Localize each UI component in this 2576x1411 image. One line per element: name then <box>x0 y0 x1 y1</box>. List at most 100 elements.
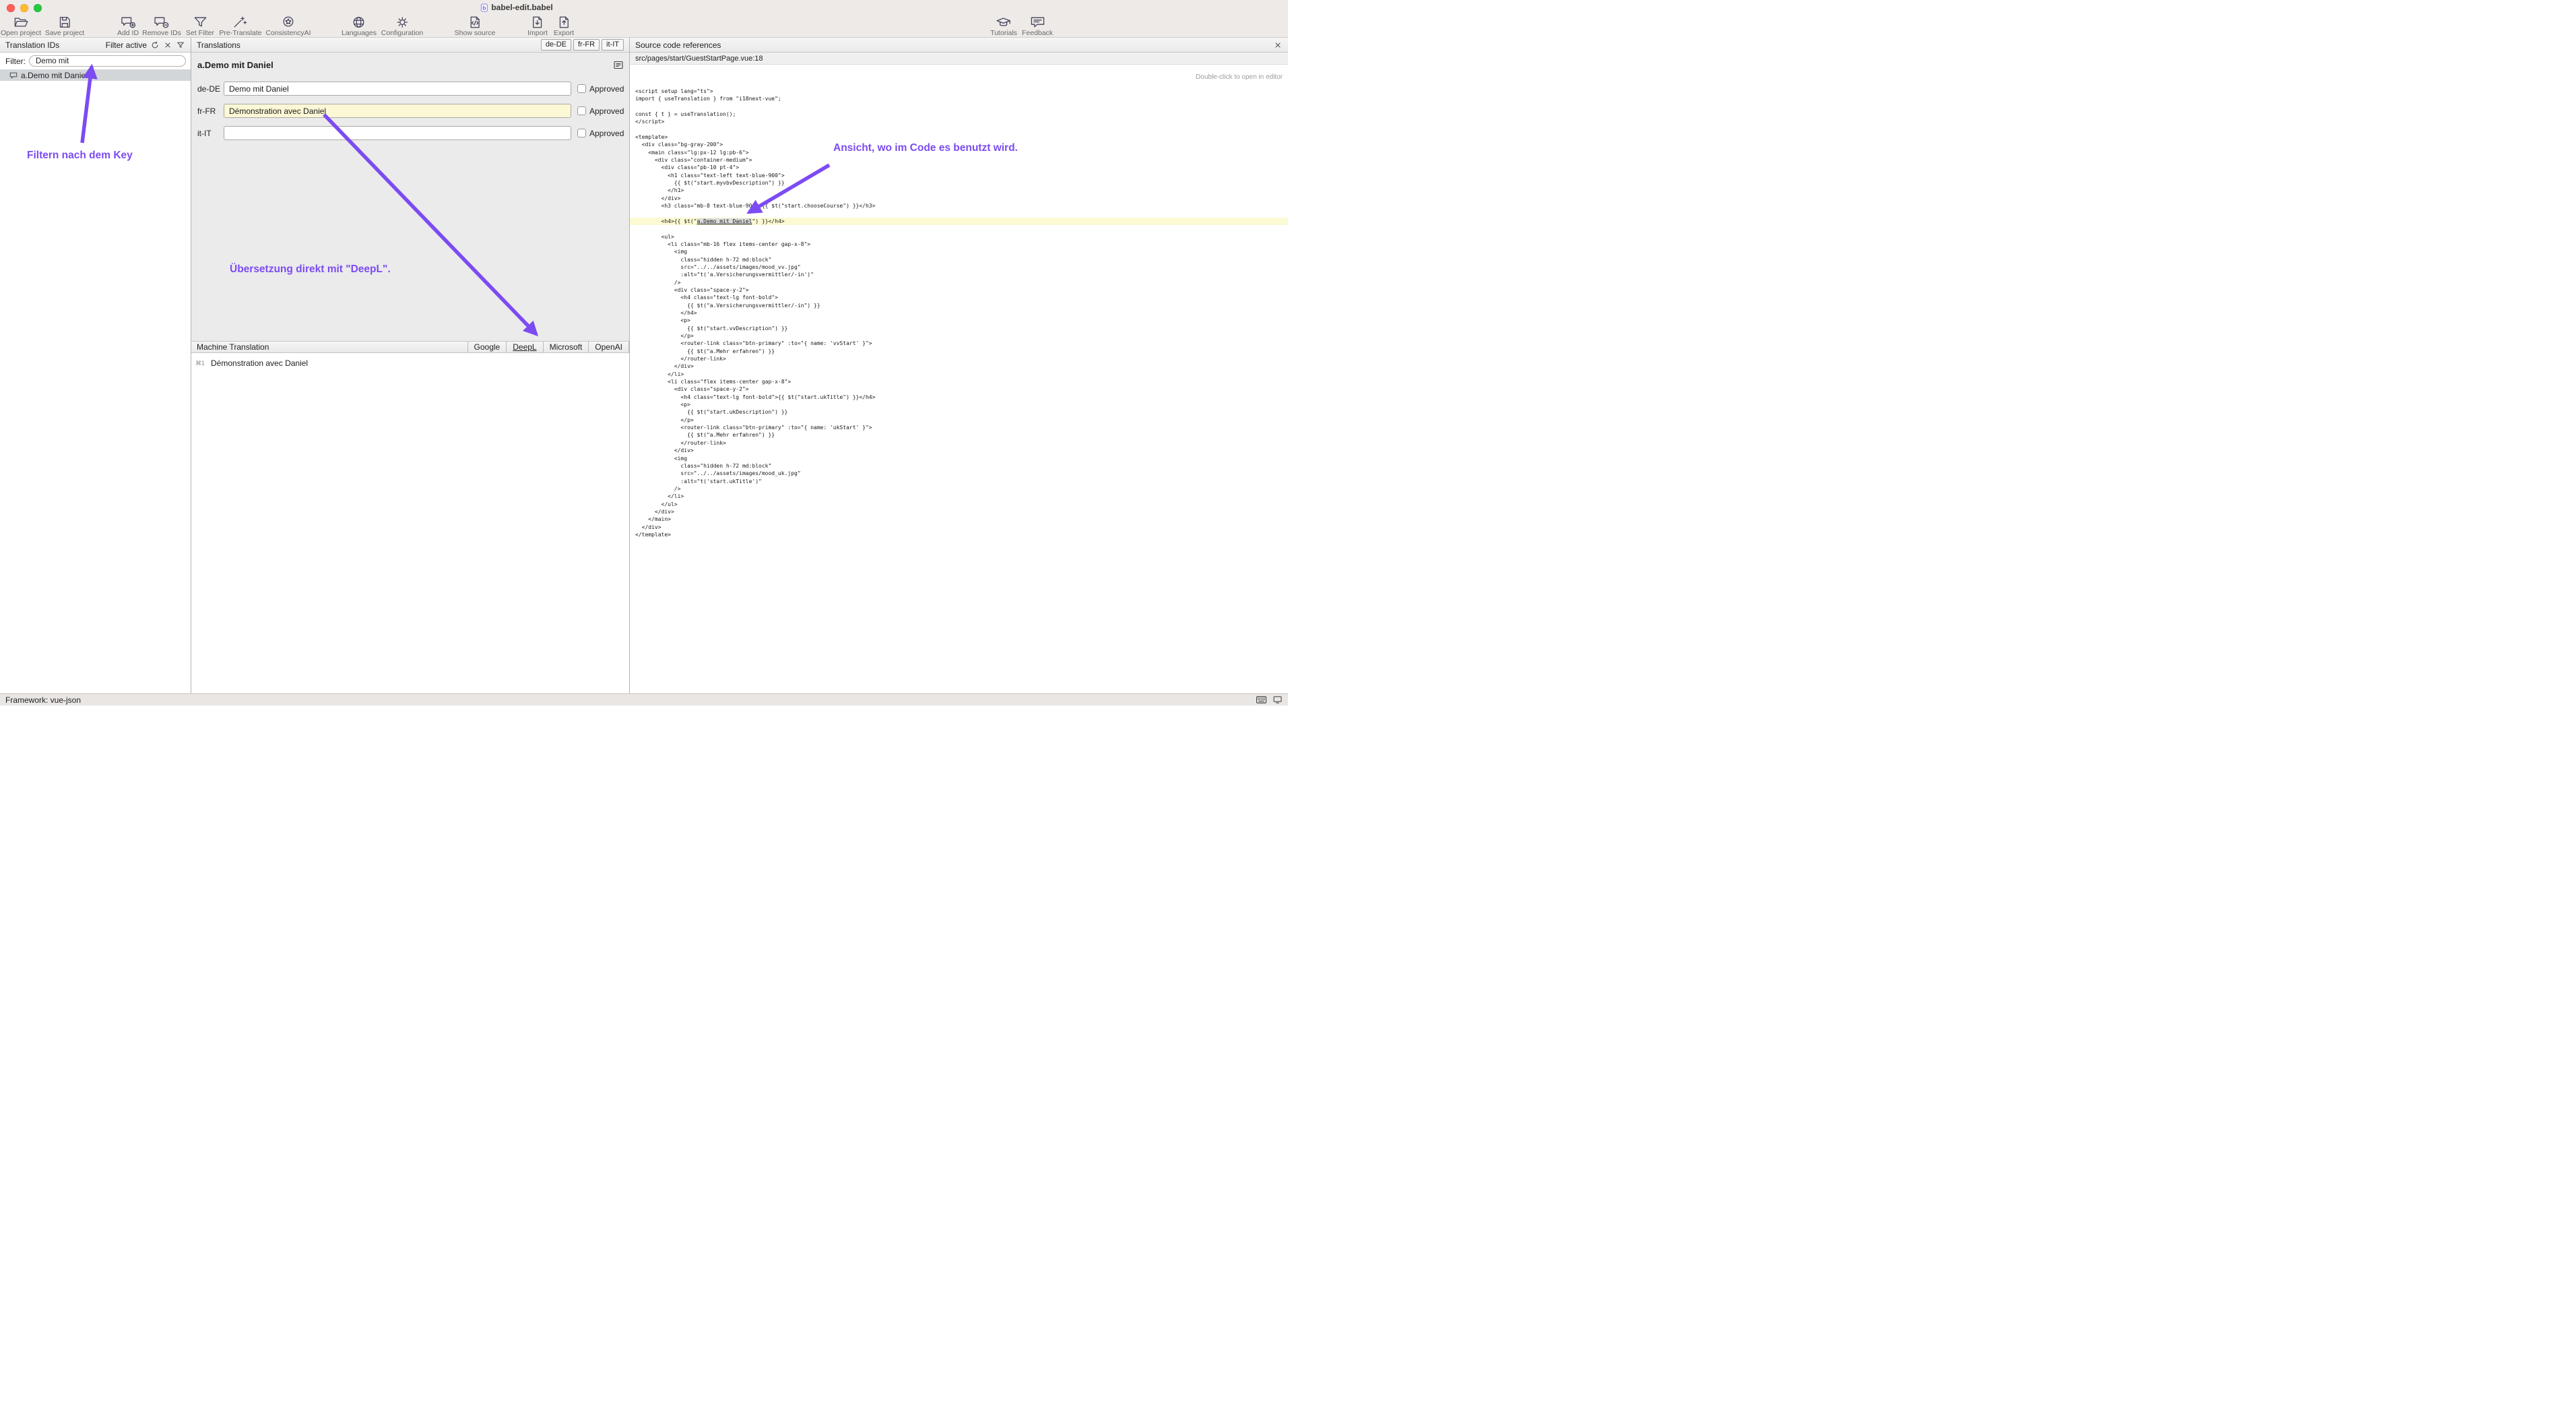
mt-tab-google[interactable]: Google <box>468 342 507 352</box>
translation-row-it-IT: it-IT Approved <box>197 126 624 140</box>
configuration-button[interactable]: Configuration <box>381 15 423 37</box>
translations-header: Translations de-DE fr-FR it-IT <box>191 38 629 53</box>
tree-item-label: a.Demo mit Daniel <box>21 71 88 80</box>
remove-ids-button[interactable]: Remove IDs <box>142 15 181 37</box>
display-icon[interactable] <box>1272 696 1283 704</box>
toolbar-label: Languages <box>342 29 377 37</box>
translation-input-de-DE[interactable] <box>224 82 571 96</box>
translation-input-fr-FR[interactable] <box>224 104 571 118</box>
pre-translate-icon <box>232 15 249 29</box>
approved-checkbox-it-IT[interactable] <box>577 129 586 137</box>
panel-title: Translation IDs <box>5 40 59 50</box>
filter-active-label: Filter active <box>106 40 147 50</box>
translation-id-tree: a.Demo mit Daniel <box>0 69 191 81</box>
approved-label-it-IT: Approved <box>589 129 624 138</box>
tutorials-button[interactable]: Tutorials <box>990 15 1017 37</box>
source-reference-path: src/pages/start/GuestStartPage.vue:18 <box>635 55 763 63</box>
show-source-button[interactable]: Show source <box>455 15 496 37</box>
approved-checkbox-de-DE[interactable] <box>577 84 586 93</box>
close-panel-button[interactable] <box>1273 40 1283 50</box>
mt-suggestion-row[interactable]: ⌘1 Démonstration avec Daniel <box>191 353 629 368</box>
translation-editor: a.Demo mit Daniel de-DE Approved fr-FR A… <box>191 53 629 341</box>
save-project-icon <box>57 15 73 29</box>
tab-it-IT[interactable]: it-IT <box>602 39 624 51</box>
language-tabs: de-DE fr-FR it-IT <box>541 39 624 51</box>
toolbar-label: Save project <box>45 29 84 37</box>
entry-title: a.Demo mit Daniel <box>197 60 273 70</box>
panel-title: Source code references <box>635 40 721 50</box>
toolbar-label: Set Filter <box>186 29 214 37</box>
filter-label: Filter: <box>5 57 26 66</box>
status-bar: Framework: vue-json <box>0 693 1288 706</box>
add-id-icon <box>119 15 136 29</box>
translation-row-fr-FR: fr-FR Approved <box>197 104 624 118</box>
source-references-panel: Source code references src/pages/start/G… <box>630 38 1288 693</box>
source-references-header: Source code references <box>630 38 1288 53</box>
machine-translation-title: Machine Translation <box>197 342 269 352</box>
machine-translation-header: Machine Translation Google DeepL Microso… <box>191 341 629 353</box>
toolbar-label: Pre-Translate <box>219 29 261 37</box>
tab-fr-FR[interactable]: fr-FR <box>573 39 600 51</box>
approved-checkbox-fr-FR[interactable] <box>577 106 586 115</box>
tab-de-DE[interactable]: de-DE <box>541 39 571 51</box>
toolbar-label: Show source <box>455 29 496 37</box>
export-button[interactable]: Export <box>554 15 574 37</box>
save-project-button[interactable]: Save project <box>45 15 84 37</box>
toolbar-label: Import <box>527 29 548 37</box>
set-filter-button[interactable]: Set Filter <box>186 15 214 37</box>
entry-detail-icon[interactable] <box>614 61 623 69</box>
app-icon: b <box>480 3 488 12</box>
filter-row: Filter: <box>0 53 191 69</box>
open-project-button[interactable]: Open project <box>1 15 41 37</box>
open-project-icon <box>13 15 30 29</box>
window-title-text: babel-edit.babel <box>491 3 552 12</box>
clear-filter-icon[interactable] <box>163 40 172 50</box>
feedback-icon <box>1029 15 1046 29</box>
import-button[interactable]: Import <box>527 15 548 37</box>
toolbar-label: Feedback <box>1022 29 1053 37</box>
add-id-button[interactable]: Add ID <box>117 15 139 37</box>
filter-icon[interactable] <box>176 40 185 50</box>
toolbar-label: Remove IDs <box>142 29 181 37</box>
toolbar-label: Configuration <box>381 29 423 37</box>
toolbar-label: Tutorials <box>990 29 1017 37</box>
configuration-icon <box>394 15 411 29</box>
keyboard-icon[interactable] <box>1256 696 1266 704</box>
show-source-icon <box>466 15 483 29</box>
consistency-ai-icon <box>280 15 297 29</box>
mt-tab-deepl[interactable]: DeepL <box>506 342 542 352</box>
mt-provider-tabs: Google DeepL Microsoft OpenAI <box>468 342 629 352</box>
lang-label-de-DE: de-DE <box>197 84 224 94</box>
svg-text:b: b <box>482 4 486 11</box>
toolbar-label: Add ID <box>117 29 139 37</box>
mt-shortcut-badge: ⌘1 <box>195 360 205 367</box>
translation-ids-panel: Translation IDs Filter active Filter: a.… <box>0 38 191 693</box>
code-area[interactable]: <script setup lang="ts">import { useTran… <box>630 88 1288 538</box>
zoom-window-button[interactable] <box>34 4 42 12</box>
translation-id-icon <box>9 71 18 80</box>
panel-title: Translations <box>197 40 240 50</box>
tutorials-icon <box>996 15 1012 29</box>
translation-input-it-IT[interactable] <box>224 126 571 140</box>
refresh-filter-icon[interactable] <box>150 40 160 50</box>
minimize-window-button[interactable] <box>20 4 28 12</box>
consistency-ai-button[interactable]: ConsistencyAI <box>265 15 311 37</box>
editor-hint: Double-click to open in editor <box>1196 73 1283 81</box>
filter-input[interactable] <box>29 55 186 67</box>
source-reference-item[interactable]: src/pages/start/GuestStartPage.vue:18 <box>630 53 1288 65</box>
window-title: b babel-edit.babel <box>480 3 552 12</box>
feedback-button[interactable]: Feedback <box>1022 15 1053 37</box>
remove-ids-icon <box>153 15 170 29</box>
editor-hint-row: Double-click to open in editor <box>630 65 1288 82</box>
languages-button[interactable]: Languages <box>342 15 377 37</box>
import-icon <box>529 15 546 29</box>
toolbar-label: Export <box>554 29 574 37</box>
pre-translate-button[interactable]: Pre-Translate <box>219 15 261 37</box>
languages-icon <box>351 15 368 29</box>
mt-tab-openai[interactable]: OpenAI <box>588 342 629 352</box>
toolbar-label: ConsistencyAI <box>265 29 311 37</box>
tree-item-demo-mit-daniel[interactable]: a.Demo mit Daniel <box>0 69 191 81</box>
close-window-button[interactable] <box>7 4 15 12</box>
mt-tab-microsoft[interactable]: Microsoft <box>543 342 589 352</box>
approved-label-de-DE: Approved <box>589 84 624 94</box>
